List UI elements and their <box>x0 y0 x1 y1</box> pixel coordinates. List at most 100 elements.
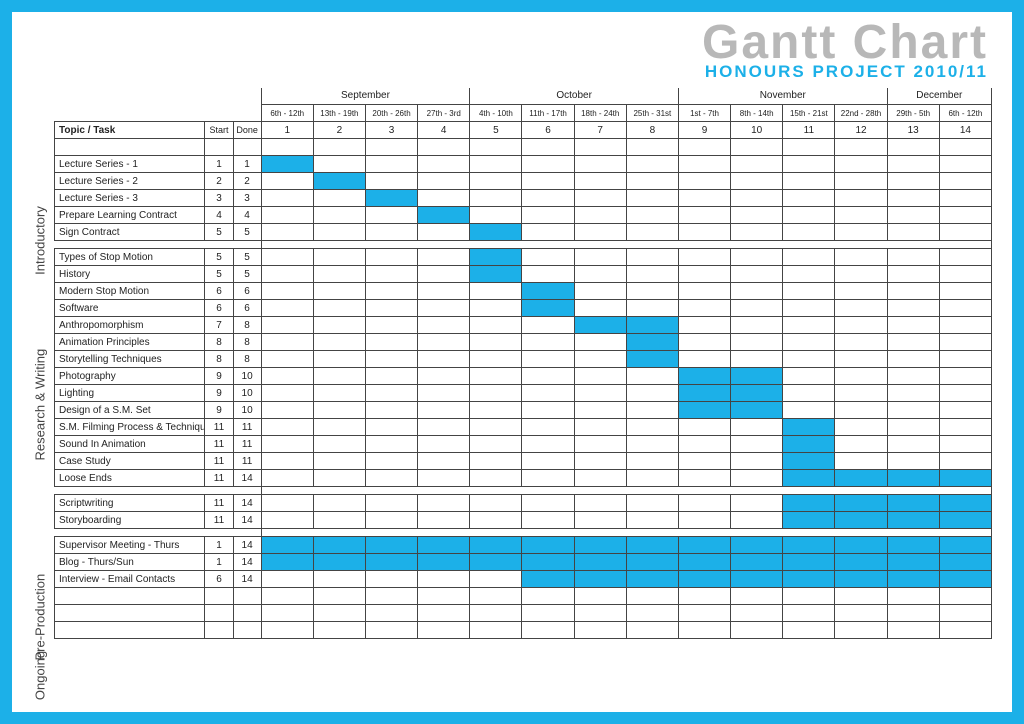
gantt-cell <box>418 419 470 436</box>
gantt-cell <box>731 470 783 487</box>
gantt-cell <box>313 190 365 207</box>
gantt-cell <box>678 436 730 453</box>
gantt-cell <box>313 385 365 402</box>
gantt-cell <box>261 283 313 300</box>
gantt-cell <box>365 402 417 419</box>
gantt-cell <box>313 317 365 334</box>
gantt-cell <box>887 283 939 300</box>
task-start: 5 <box>205 266 233 283</box>
gantt-cell <box>731 512 783 529</box>
gantt-cell <box>470 402 522 419</box>
gantt-cell <box>418 453 470 470</box>
gantt-cell <box>678 554 730 571</box>
gantt-cell <box>678 334 730 351</box>
gantt-cell <box>783 224 835 241</box>
gantt-cell <box>887 317 939 334</box>
task-start: 9 <box>205 368 233 385</box>
task-row: Scriptwriting1114 <box>55 495 992 512</box>
gantt-cell <box>731 156 783 173</box>
gantt-cell <box>783 554 835 571</box>
gantt-cell <box>939 554 991 571</box>
gantt-cell <box>731 266 783 283</box>
week-number-header: 4 <box>418 122 470 139</box>
gantt-cell <box>731 368 783 385</box>
task-name: Animation Principles <box>55 334 205 351</box>
gantt-cell <box>470 283 522 300</box>
task-start: 9 <box>205 385 233 402</box>
gantt-cell <box>470 190 522 207</box>
gantt-cell <box>470 249 522 266</box>
gantt-cell <box>261 317 313 334</box>
gantt-cell <box>626 317 678 334</box>
gantt-cell <box>313 436 365 453</box>
gantt-cell <box>887 419 939 436</box>
gantt-cell <box>365 368 417 385</box>
gantt-cell <box>939 266 991 283</box>
task-start: 6 <box>205 283 233 300</box>
gantt-cell <box>522 368 574 385</box>
gantt-cell <box>939 571 991 588</box>
task-row: Design of a S.M. Set910 <box>55 402 992 419</box>
gantt-cell <box>887 334 939 351</box>
gantt-cell <box>783 317 835 334</box>
week-number-header: 14 <box>939 122 991 139</box>
month-header: November <box>678 88 887 105</box>
gantt-cell <box>835 554 887 571</box>
gantt-cell <box>574 207 626 224</box>
gantt-cell <box>939 368 991 385</box>
gantt-cell <box>522 249 574 266</box>
task-row: Modern Stop Motion66 <box>55 283 992 300</box>
gantt-cell <box>418 385 470 402</box>
gantt-cell <box>261 156 313 173</box>
gantt-cell <box>574 173 626 190</box>
gantt-cell <box>261 334 313 351</box>
gantt-cell <box>678 351 730 368</box>
gantt-cell <box>574 470 626 487</box>
gantt-cell <box>470 419 522 436</box>
gantt-cell <box>574 495 626 512</box>
gantt-cell <box>261 266 313 283</box>
week-number-header: 7 <box>574 122 626 139</box>
column-header-task: Topic / Task <box>55 122 205 139</box>
gantt-cell <box>522 537 574 554</box>
task-start: 1 <box>205 156 233 173</box>
gantt-cell <box>835 385 887 402</box>
gantt-cell <box>365 300 417 317</box>
gantt-cell <box>939 300 991 317</box>
task-done: 14 <box>233 512 261 529</box>
gantt-cell <box>574 554 626 571</box>
gantt-cell <box>835 512 887 529</box>
task-row: Lecture Series - 333 <box>55 190 992 207</box>
gantt-cell <box>939 249 991 266</box>
gantt-cell <box>939 173 991 190</box>
gantt-cell <box>522 283 574 300</box>
gantt-cell <box>418 190 470 207</box>
task-done: 11 <box>233 419 261 436</box>
gantt-cell <box>365 554 417 571</box>
week-number-header: 11 <box>783 122 835 139</box>
date-range-header: 27th - 3rd <box>418 105 470 122</box>
gantt-cell <box>313 537 365 554</box>
gantt-cell <box>678 470 730 487</box>
gantt-cell <box>313 173 365 190</box>
gantt-cell <box>365 224 417 241</box>
gantt-cell <box>574 190 626 207</box>
gantt-cell <box>365 436 417 453</box>
task-row: Photography910 <box>55 368 992 385</box>
task-row: History55 <box>55 266 992 283</box>
gantt-cell <box>522 266 574 283</box>
task-name: Blog - Thurs/Sun <box>55 554 205 571</box>
gantt-cell <box>678 156 730 173</box>
gantt-cell <box>522 351 574 368</box>
gantt-cell <box>365 249 417 266</box>
date-range-header: 18th - 24th <box>574 105 626 122</box>
task-start: 11 <box>205 436 233 453</box>
gantt-cell <box>261 207 313 224</box>
gantt-cell <box>522 334 574 351</box>
task-done: 14 <box>233 554 261 571</box>
task-name: Modern Stop Motion <box>55 283 205 300</box>
gantt-cell <box>626 156 678 173</box>
page-title: Gantt Chart <box>20 20 988 66</box>
gantt-cell <box>783 266 835 283</box>
task-row: Lighting910 <box>55 385 992 402</box>
